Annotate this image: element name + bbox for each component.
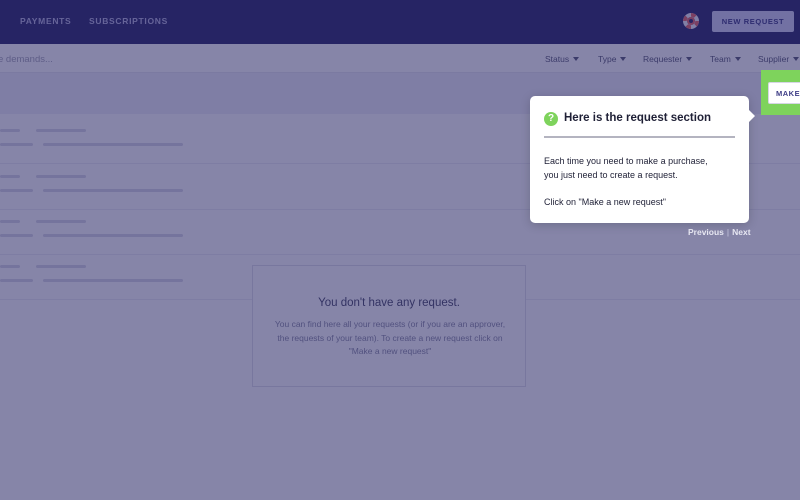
empty-state-title: You don't have any request. bbox=[318, 297, 460, 309]
filter-requester[interactable]: Requester bbox=[643, 54, 693, 64]
top-navbar: PAYMENTS SUBSCRIPTIONS NEW REQUEST bbox=[0, 0, 800, 44]
make-new-request-button[interactable]: MAKE A NEW REQUEST bbox=[768, 82, 800, 104]
filter-status[interactable]: Status bbox=[545, 54, 580, 64]
empty-state-text: You can find here all your requests (or … bbox=[274, 319, 506, 356]
caret-down-icon bbox=[686, 57, 693, 61]
popover-cta: Click on "Make a new request" bbox=[544, 197, 666, 207]
pagination: Previous | Next bbox=[688, 227, 751, 237]
filter-team[interactable]: Team bbox=[710, 54, 741, 64]
caret-down-icon bbox=[793, 57, 800, 61]
filter-supplier[interactable]: Supplier bbox=[758, 54, 800, 64]
next-link[interactable]: Next bbox=[732, 227, 750, 237]
nav-item-subscriptions[interactable]: SUBSCRIPTIONS bbox=[89, 16, 168, 26]
popover-title: Here is the request section bbox=[564, 112, 711, 124]
new-request-button[interactable]: NEW REQUEST bbox=[712, 11, 794, 32]
search-input[interactable] bbox=[0, 51, 198, 67]
empty-state: You don't have any request. You can find… bbox=[252, 265, 526, 387]
filter-type[interactable]: Type bbox=[598, 54, 627, 64]
question-circle-icon: ? bbox=[544, 112, 558, 126]
popover-divider bbox=[544, 136, 735, 138]
caret-down-icon bbox=[573, 57, 580, 61]
popover-body: Each time you need to make a purchase, y… bbox=[544, 156, 708, 180]
filter-bar: Status Type Requester Team Supplier bbox=[0, 44, 800, 73]
caret-down-icon bbox=[620, 57, 627, 61]
caret-down-icon bbox=[734, 57, 741, 61]
nav-item-payments[interactable]: PAYMENTS bbox=[20, 16, 71, 26]
pagination-separator: | bbox=[726, 227, 730, 237]
previous-link[interactable]: Previous bbox=[688, 227, 724, 237]
tour-popover: ? Here is the request section Each time … bbox=[530, 96, 755, 223]
lifebuoy-icon[interactable] bbox=[683, 13, 699, 29]
